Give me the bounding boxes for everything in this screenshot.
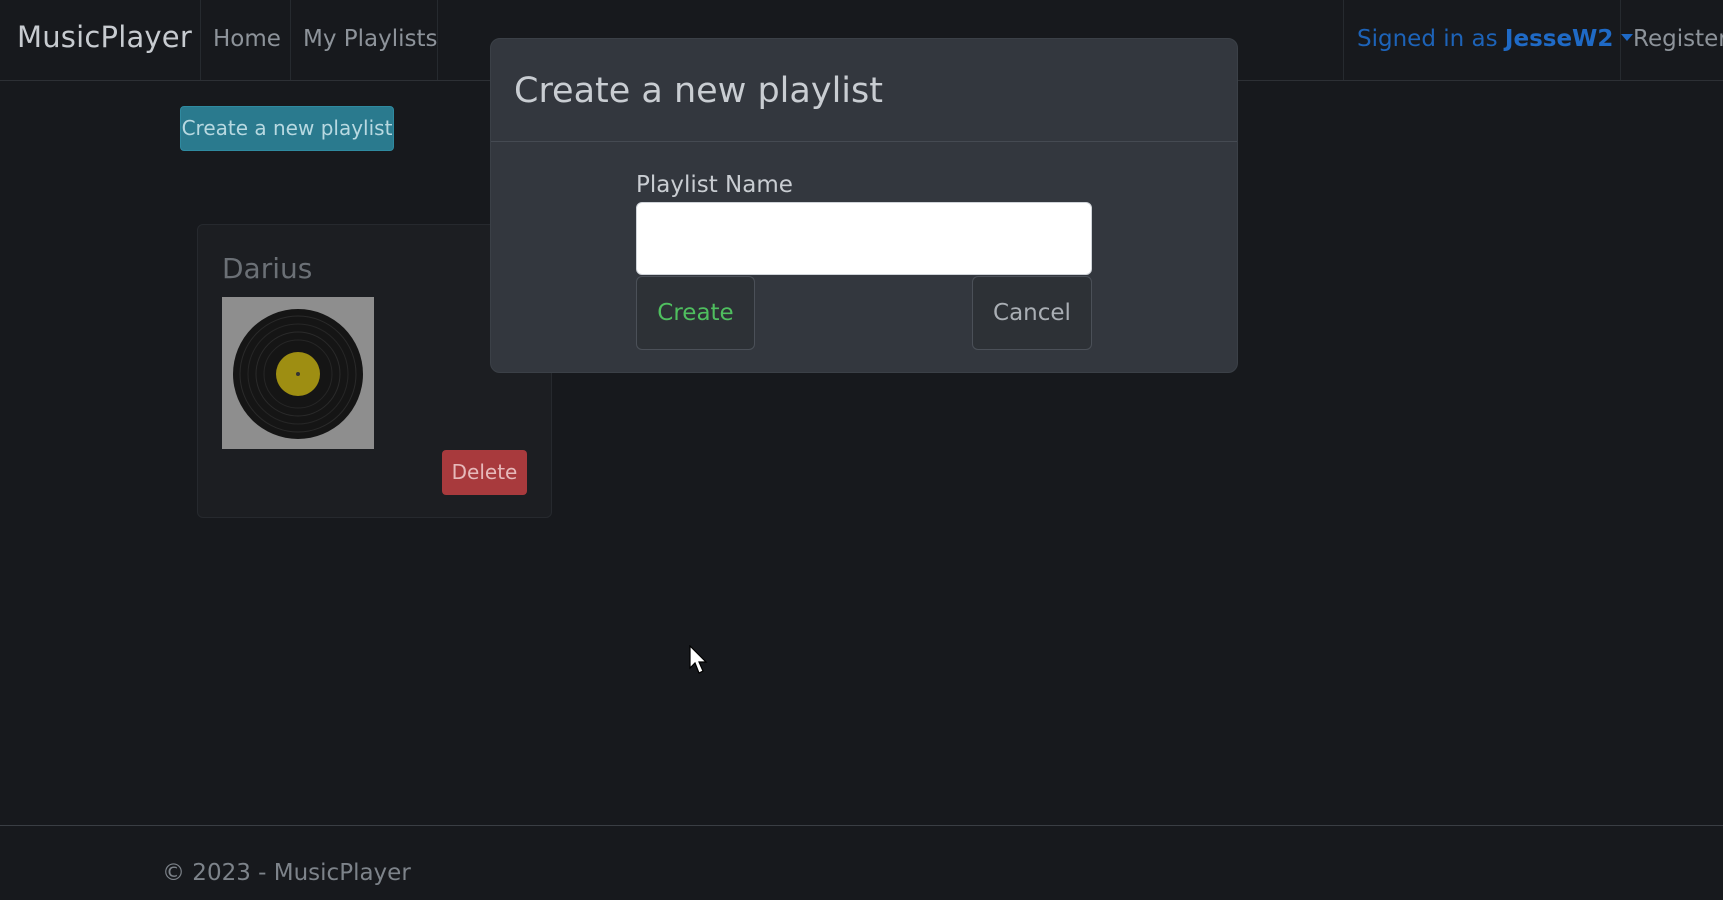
user-menu-dropdown[interactable]: Signed in as JesseW2 bbox=[1357, 26, 1634, 52]
nav-link-home[interactable]: Home bbox=[213, 26, 281, 52]
signed-in-prefix: Signed in as bbox=[1357, 26, 1505, 52]
username: JesseW2 bbox=[1504, 26, 1614, 52]
nav-link-register[interactable]: Register bbox=[1633, 26, 1723, 52]
footer-divider bbox=[0, 825, 1723, 826]
create-button[interactable]: Create bbox=[636, 276, 755, 350]
brand-logo[interactable]: MusicPlayer bbox=[17, 20, 192, 54]
create-playlist-modal: Create a new playlist Playlist Name Crea… bbox=[490, 38, 1238, 373]
cancel-button[interactable]: Cancel bbox=[972, 276, 1092, 350]
modal-title: Create a new playlist bbox=[514, 71, 883, 111]
nav-divider bbox=[1343, 0, 1344, 80]
nav-divider bbox=[290, 0, 291, 80]
nav-divider bbox=[200, 0, 201, 80]
caret-down-icon bbox=[1621, 34, 1634, 41]
playlist-name-label: Playlist Name bbox=[636, 172, 793, 198]
create-playlist-button[interactable]: Create a new playlist bbox=[180, 106, 394, 151]
vinyl-record-icon[interactable] bbox=[222, 297, 374, 449]
nav-divider bbox=[1620, 0, 1621, 80]
playlist-name-input[interactable] bbox=[636, 202, 1092, 275]
footer-copyright: © 2023 - MusicPlayer bbox=[162, 860, 411, 886]
modal-header: Create a new playlist bbox=[491, 39, 1237, 142]
playlist-card-title[interactable]: Darius bbox=[222, 252, 312, 285]
mouse-pointer-icon bbox=[689, 645, 708, 674]
delete-playlist-button[interactable]: Delete bbox=[442, 450, 527, 495]
nav-divider bbox=[437, 0, 438, 80]
nav-link-my-playlists[interactable]: My Playlists bbox=[303, 26, 438, 52]
